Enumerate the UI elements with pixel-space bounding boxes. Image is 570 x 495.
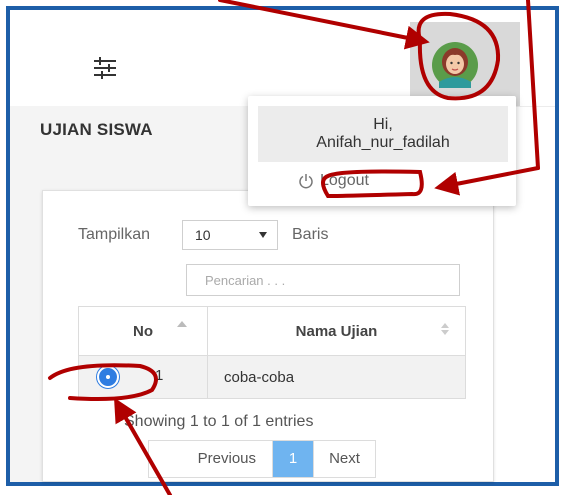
rows-per-page-value: 10 xyxy=(195,227,211,243)
power-icon xyxy=(299,174,313,189)
row-no-cell: 1 xyxy=(78,355,208,399)
table-row: 1 coba-coba xyxy=(78,355,466,399)
user-avatar-icon xyxy=(432,42,478,88)
user-menu-toggle[interactable] xyxy=(410,22,520,106)
search-input[interactable] xyxy=(186,264,460,296)
next-page-button[interactable]: Next xyxy=(313,441,375,477)
row-expand-button[interactable] xyxy=(97,366,119,388)
sort-asc-icon xyxy=(177,321,187,327)
logout-button[interactable]: Logout xyxy=(298,172,369,190)
column-header-no-label: No xyxy=(133,322,153,340)
sort-icon xyxy=(441,323,449,335)
user-dropdown-menu: Hi, Anifah_nur_fadilah Logout xyxy=(248,96,516,206)
page-title: UJIAN SISWA xyxy=(40,120,153,139)
sliders-icon[interactable] xyxy=(92,56,118,80)
column-header-nama-ujian-label: Nama Ujian xyxy=(295,322,378,340)
row-nama-ujian-cell: coba-coba xyxy=(207,355,466,399)
user-greeting: Hi, Anifah_nur_fadilah xyxy=(258,106,508,162)
pagination: Previous 1 Next xyxy=(148,440,376,478)
current-page-button[interactable]: 1 xyxy=(273,441,313,477)
column-header-nama-ujian[interactable]: Nama Ujian xyxy=(207,306,466,356)
greeting-line: Hi, xyxy=(373,116,393,133)
column-header-no[interactable]: No xyxy=(78,306,208,356)
rows-per-page-select[interactable]: 10 xyxy=(182,220,278,250)
exam-table: No Nama Ujian 1 coba-coba xyxy=(78,306,466,399)
top-navbar xyxy=(10,10,555,107)
row-no-value: 1 xyxy=(155,367,164,384)
username-label: Anifah_nur_fadilah xyxy=(316,134,450,151)
show-suffix-label: Baris xyxy=(292,226,329,243)
previous-page-button[interactable]: Previous xyxy=(149,441,273,477)
chevron-down-icon xyxy=(259,232,267,238)
logout-label: Logout xyxy=(320,172,369,189)
entries-info: Showing 1 to 1 of 1 entries xyxy=(124,413,314,430)
show-prefix-label: Tampilkan xyxy=(78,226,151,243)
